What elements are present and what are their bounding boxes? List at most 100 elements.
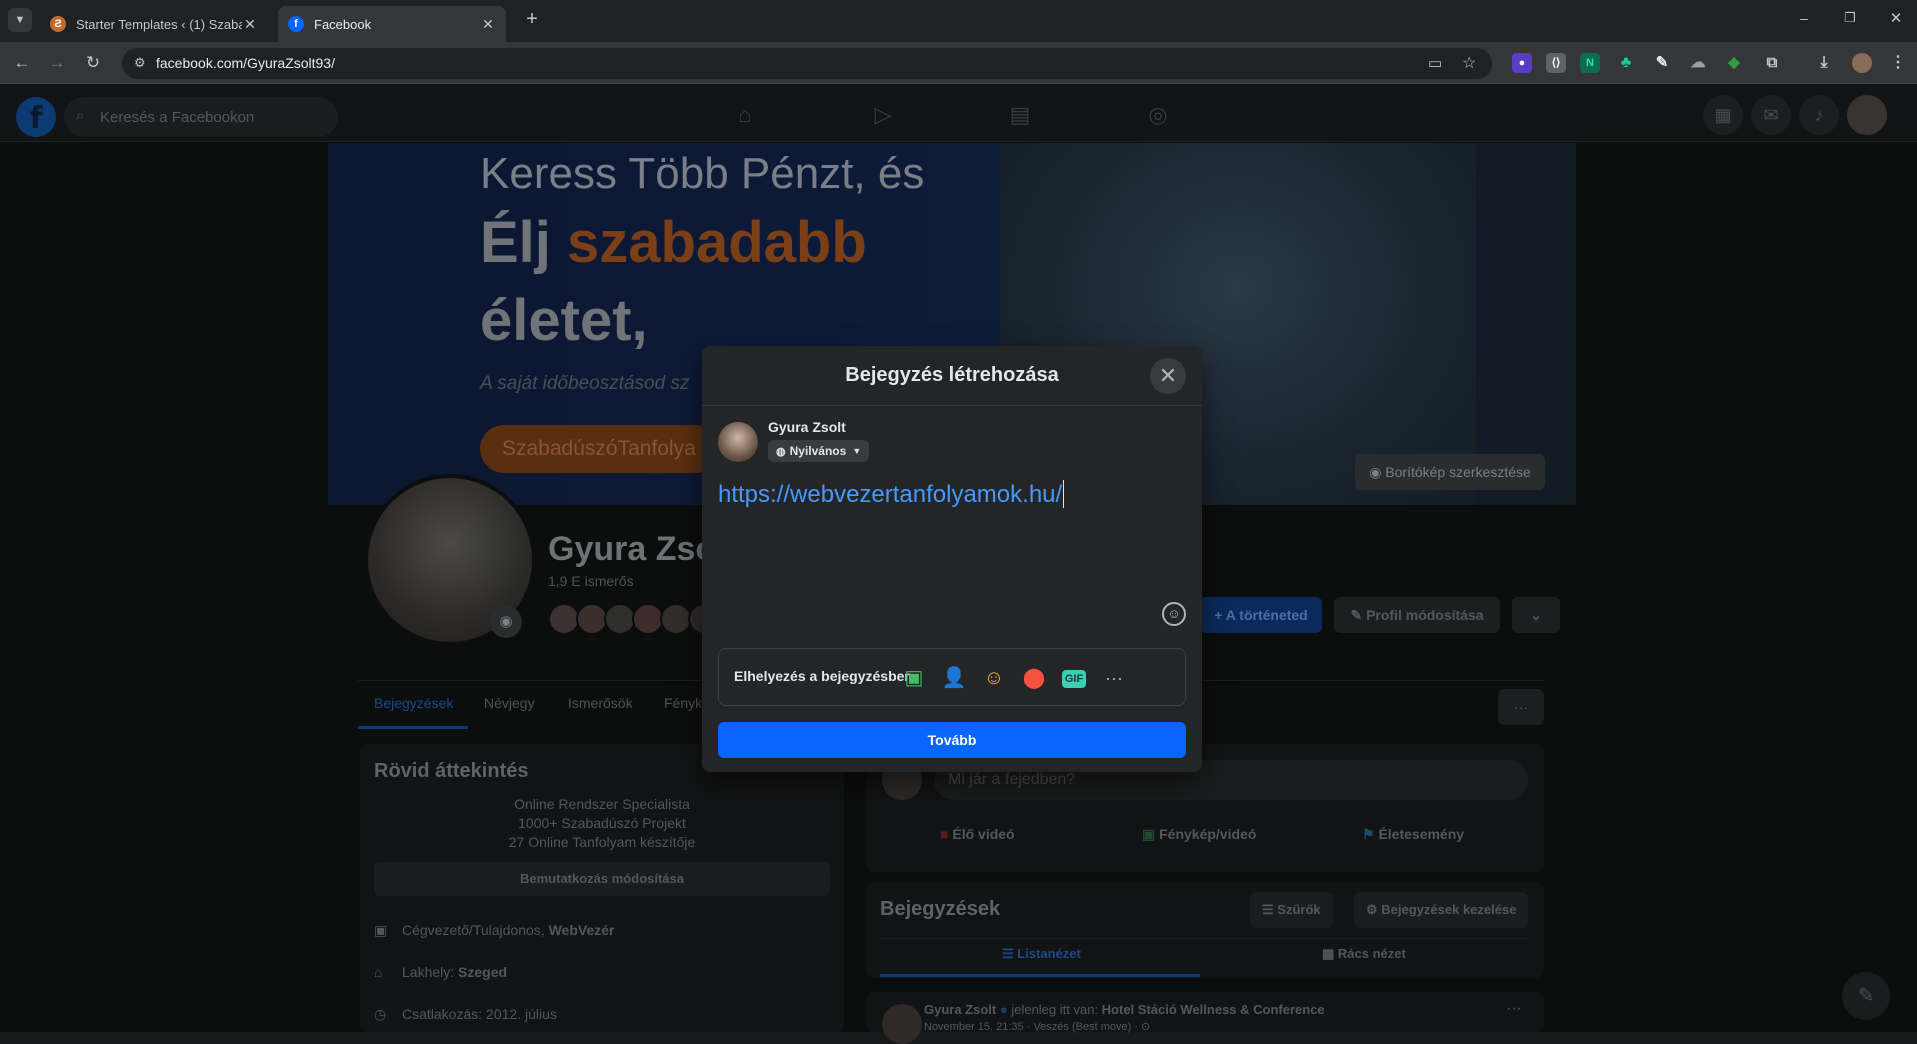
close-tab-icon[interactable]: ✕ (242, 16, 258, 33)
cover-headline-1: Keress Több Pénzt, és (480, 149, 925, 198)
browser-tab-starter-templates[interactable]: Ƨ Starter Templates ‹ (1) Szabadú ✕ (40, 6, 268, 42)
profile-more-dropdown[interactable]: ⌄ (1512, 597, 1560, 633)
wordpress-favicon-icon: Ƨ (50, 16, 66, 32)
home-icon[interactable]: ⌂ (731, 101, 759, 129)
tab-search-button[interactable]: ▼ (8, 8, 32, 32)
extension-green-icon[interactable]: ♣ (1616, 53, 1636, 73)
audience-label: Nyilvános (789, 444, 847, 458)
verified-icon: ● (996, 1002, 1012, 1017)
feeling-icon[interactable]: ☺ (979, 663, 1009, 693)
reload-icon[interactable]: ↻ (82, 52, 104, 74)
browser-tab-strip: ▼ Ƨ Starter Templates ‹ (1) Szabadú ✕ f … (0, 0, 1917, 42)
extension-cloud-icon[interactable]: ☁ (1688, 53, 1708, 73)
cover-headline-3: életet, (480, 288, 648, 353)
downloads-icon[interactable]: ⤓ (1814, 53, 1834, 73)
post-author-avatar[interactable] (882, 1004, 922, 1044)
post-place[interactable]: Hotel Stáció Wellness & Conference (1102, 1002, 1325, 1017)
install-app-icon[interactable]: ▭ (1428, 54, 1442, 72)
profile-tabs-more-button[interactable]: ··· (1498, 689, 1544, 725)
live-video-icon: ■ (940, 826, 953, 842)
tab-posts[interactable]: Bejegyzések (374, 695, 453, 711)
live-video-label: Élő videó (952, 826, 1015, 842)
filters-button[interactable]: ☰ Szűrők (1250, 892, 1333, 928)
extension-purple-icon[interactable]: ● (1512, 53, 1532, 73)
notifications-bell-icon[interactable]: ♪ (1799, 95, 1839, 135)
close-dialog-button[interactable]: ✕ (1150, 358, 1186, 394)
add-story-label: A történeted (1225, 607, 1308, 623)
gif-icon[interactable]: GIF (1059, 663, 1089, 693)
dialog-title: Bejegyzés létrehozása (845, 364, 1059, 386)
edit-cover-label: Borítókép szerkesztése (1385, 464, 1531, 480)
create-post-dialog: Bejegyzés létrehozása ✕ Gyura Zsolt ◍ Ny… (702, 346, 1202, 772)
grid-view-tab[interactable]: ▦ Rács nézet (1322, 946, 1406, 962)
home-icon: ⌂ (374, 964, 383, 980)
browser-tab-facebook[interactable]: f Facebook ✕ (278, 6, 506, 42)
joined-item: ◷ Csatlakozás: 2012. július (374, 1006, 557, 1023)
author-avatar (718, 422, 758, 462)
new-tab-button[interactable]: + (520, 8, 544, 32)
marketplace-icon[interactable]: ▤ (1006, 101, 1034, 129)
camera-icon[interactable]: ◉ (490, 606, 522, 638)
lives-city[interactable]: Szeged (458, 964, 507, 980)
briefcase-icon: ▣ (374, 922, 388, 938)
close-window-button[interactable]: ✕ (1884, 9, 1908, 27)
forward-icon[interactable]: → (46, 52, 68, 74)
extensions-puzzle-icon[interactable]: ⧉ (1762, 53, 1782, 73)
post-author[interactable]: Gyura Zsolt (924, 1002, 996, 1017)
next-button[interactable]: Tovább (718, 722, 1186, 758)
list-view-tab[interactable]: ☰ Listanézet (1002, 946, 1081, 962)
check-in-icon[interactable]: ⬤ (1019, 663, 1049, 693)
plus-icon: + (1214, 607, 1226, 623)
clock-icon: ◷ (374, 1006, 387, 1022)
more-icon[interactable]: ··· (1099, 663, 1129, 693)
audience-selector[interactable]: ◍ Nyilvános ▼ (768, 440, 870, 462)
profile-name: Gyura Zsol (548, 530, 726, 568)
post-action: jelenleg itt van: (1011, 1002, 1102, 1017)
extension-code-icon[interactable]: ⟨⟩ (1546, 53, 1566, 73)
post-more-icon[interactable]: ··· (1506, 1000, 1522, 1018)
site-settings-icon[interactable]: ⚙ (134, 55, 146, 71)
flag-icon: ⚑ (1362, 826, 1379, 842)
messenger-icon[interactable]: ✉ (1751, 95, 1791, 135)
edit-bio-button[interactable]: Bemutatkozás módosítása (374, 862, 830, 896)
grid-view-label: Rács nézet (1337, 946, 1406, 961)
photo-video-icon[interactable]: ▣ (899, 663, 929, 693)
profile-avatar-icon[interactable] (1852, 53, 1872, 73)
facebook-logo-icon[interactable]: f (16, 97, 56, 137)
tab-photos[interactable]: Fényk (664, 695, 702, 711)
browser-menu-icon[interactable]: ⋮ (1888, 53, 1908, 73)
work-company[interactable]: WebVezér (549, 922, 615, 938)
close-tab-icon[interactable]: ✕ (480, 16, 496, 33)
photo-video-button[interactable]: ▣ Fénykép/videó (1142, 826, 1256, 843)
manage-posts-label: Bejegyzések kezelése (1381, 902, 1517, 917)
extension-n-icon[interactable]: N (1580, 53, 1600, 73)
address-bar[interactable]: ⚙ facebook.com/GyuraZsolt93/ ▭ ☆ (122, 48, 1492, 79)
tab-about[interactable]: Névjegy (484, 695, 535, 711)
back-icon[interactable]: ← (11, 52, 33, 74)
life-event-button[interactable]: ⚑ Életesemény (1362, 826, 1464, 843)
friends-count[interactable]: 1,9 E ismerős (548, 573, 634, 589)
work-item: ▣ Cégvezető/Tulajdonos, WebVezér (374, 922, 614, 939)
edit-profile-button[interactable]: ✎ Profil módosítása (1334, 597, 1500, 633)
emoji-picker-icon[interactable]: ☺ (1162, 602, 1186, 626)
tag-people-icon[interactable]: 👤 (939, 663, 969, 693)
post-text-input[interactable]: https://webvezertanfolyamok.hu/ (718, 480, 1065, 509)
minimize-button[interactable]: – (1792, 10, 1816, 26)
photo-icon: ▣ (1142, 826, 1160, 842)
posts-title: Bejegyzések (880, 898, 1001, 920)
tab-friends[interactable]: Ismerősök (568, 695, 633, 711)
groups-icon[interactable]: ◎ (1144, 101, 1172, 129)
add-story-button[interactable]: + A történeted (1200, 597, 1322, 633)
extension-picker-icon[interactable]: ✎ (1652, 53, 1672, 73)
bookmark-star-icon[interactable]: ☆ (1462, 53, 1476, 73)
extension-shield-icon[interactable]: ◆ (1724, 53, 1744, 73)
account-avatar[interactable] (1847, 95, 1887, 135)
live-video-button[interactable]: ■ Élő videó (940, 826, 1015, 842)
video-icon[interactable]: ▷ (869, 101, 897, 129)
manage-posts-button[interactable]: ⚙ Bejegyzések kezelése (1354, 892, 1529, 928)
edit-cover-photo-button[interactable]: ◉ Borítókép szerkesztése (1355, 454, 1545, 490)
new-message-fab[interactable]: ✎ (1842, 972, 1890, 1020)
restore-button[interactable]: ❐ (1838, 10, 1862, 26)
menu-grid-icon[interactable]: ▦ (1703, 95, 1743, 135)
facebook-search-input[interactable]: ⌕ Keresés a Facebookon (64, 97, 338, 137)
